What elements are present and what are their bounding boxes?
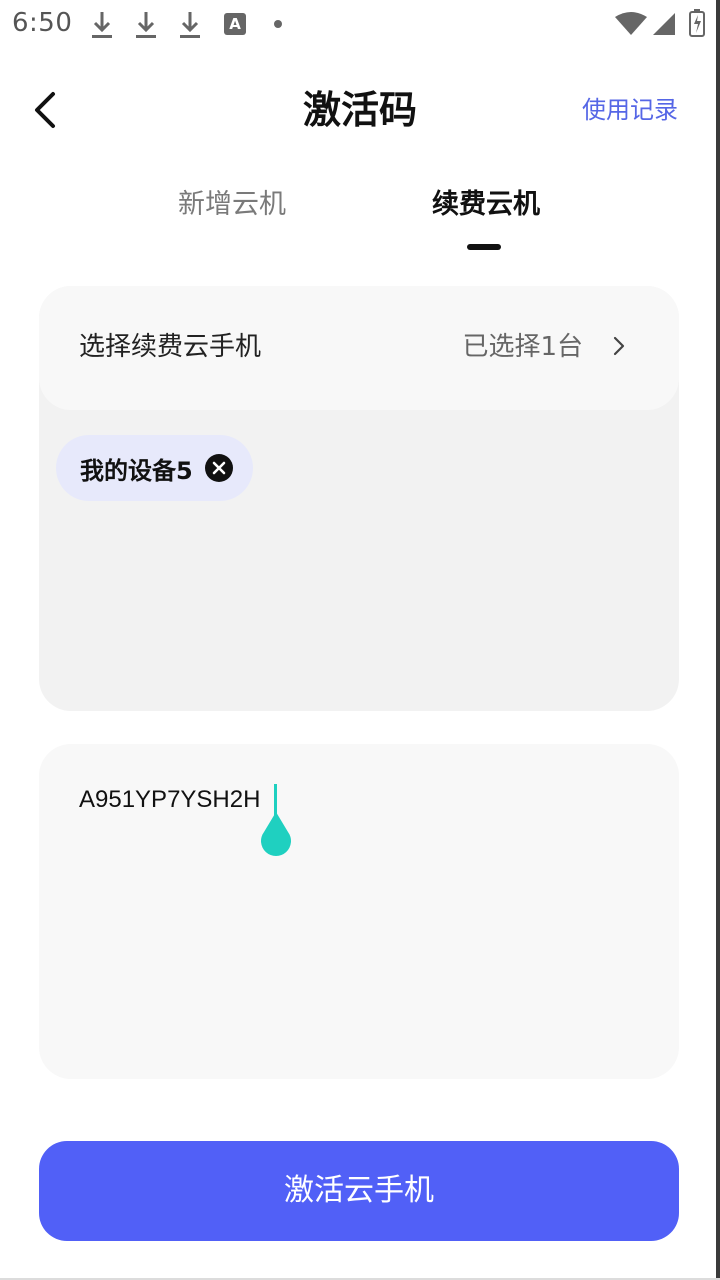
tab-bar: 新增云机 续费云机 bbox=[0, 180, 720, 260]
tab-active-indicator bbox=[467, 244, 501, 250]
status-bar: 6:50 A bbox=[0, 0, 720, 50]
screen-edge bbox=[716, 0, 720, 1280]
chevron-right-icon bbox=[613, 336, 625, 356]
download-icon bbox=[180, 12, 200, 38]
tab-new-cloud-phone[interactable]: 新增云机 bbox=[178, 180, 286, 230]
device-select-card: 选择续费云手机 已选择1台 我的设备5 bbox=[39, 286, 679, 711]
select-renew-device-row[interactable]: 选择续费云手机 已选择1台 bbox=[39, 286, 679, 410]
status-time: 6:50 bbox=[12, 8, 73, 38]
download-icon bbox=[136, 12, 156, 38]
download-icon bbox=[92, 12, 112, 38]
dot-icon bbox=[274, 20, 282, 28]
select-device-label: 选择续费云手机 bbox=[79, 332, 262, 362]
caret-handle-icon[interactable] bbox=[258, 812, 294, 860]
header: 激活码 使用记录 bbox=[0, 60, 720, 160]
selected-count: 已选择1台 bbox=[462, 332, 583, 362]
remove-device-button[interactable] bbox=[204, 454, 233, 482]
a-icon: A bbox=[224, 13, 246, 35]
activation-code-card: A951YP7YSH2H bbox=[39, 744, 679, 1079]
device-chip-label: 我的设备5 bbox=[80, 456, 193, 485]
battery-icon bbox=[689, 9, 705, 37]
activation-code-input[interactable]: A951YP7YSH2H bbox=[79, 780, 260, 820]
device-chip: 我的设备5 bbox=[56, 435, 253, 501]
wifi-icon bbox=[615, 12, 647, 35]
tab-renew-cloud-phone[interactable]: 续费云机 bbox=[432, 180, 540, 230]
usage-records-link[interactable]: 使用记录 bbox=[582, 90, 678, 130]
signal-icon bbox=[653, 13, 675, 35]
activate-cloud-phone-button[interactable]: 激活云手机 bbox=[39, 1141, 679, 1241]
